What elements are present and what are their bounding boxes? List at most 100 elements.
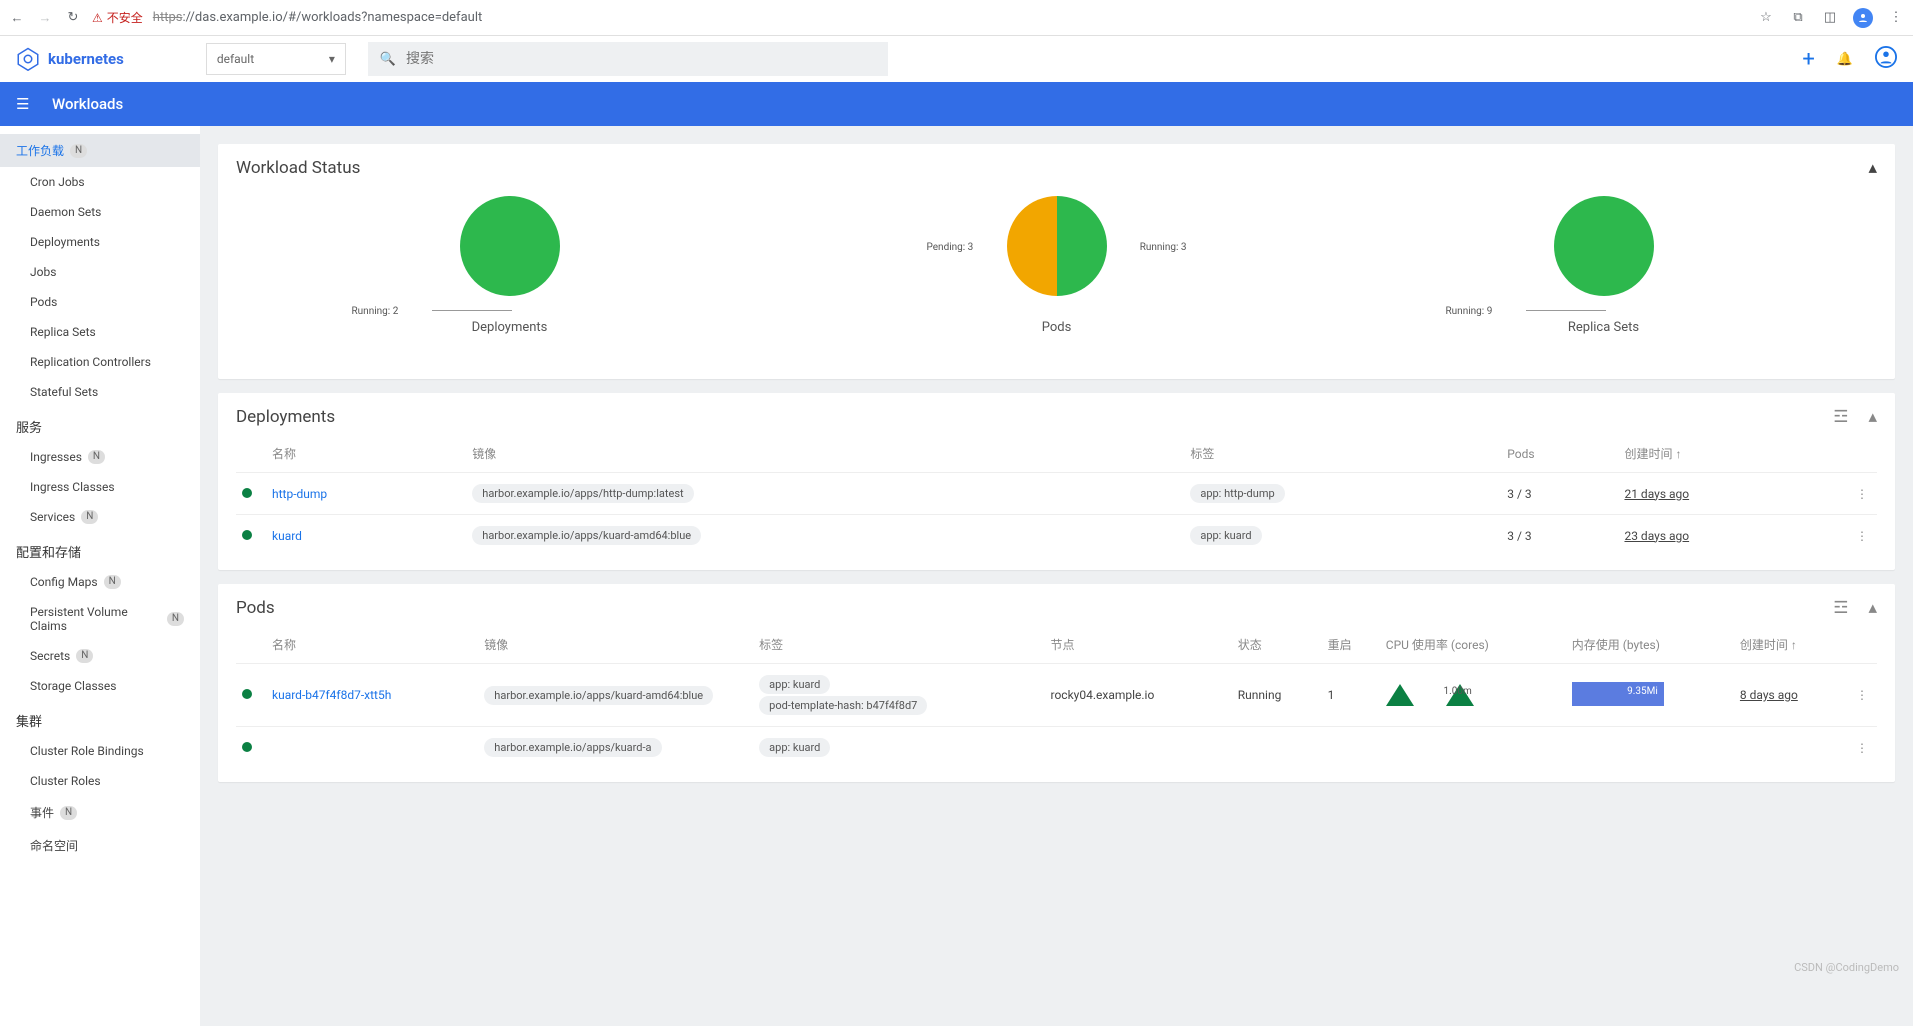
- sidebar-item-events[interactable]: 事件N: [0, 796, 200, 829]
- collapse-icon[interactable]: ▴: [1868, 598, 1877, 618]
- sidebar-cat-services: 服务: [0, 407, 200, 442]
- sidebar-item-statefulsets[interactable]: Stateful Sets: [0, 377, 200, 407]
- pods-count: 3 / 3: [1501, 515, 1618, 557]
- reload-icon[interactable]: ↻: [64, 9, 82, 27]
- sidebar-item-deployments[interactable]: Deployments: [0, 227, 200, 257]
- row-menu-icon[interactable]: ⋮: [1847, 515, 1877, 557]
- search-icon: 🔍: [380, 52, 396, 67]
- status-chart-deployments: Running: 2 Deployments: [460, 196, 560, 365]
- panel-icon[interactable]: ◫: [1821, 9, 1839, 27]
- age: 21 days ago: [1624, 487, 1689, 501]
- kubernetes-icon: [16, 47, 40, 71]
- cpu-spark: 1.00m: [1386, 682, 1478, 706]
- search-input[interactable]: [406, 51, 876, 67]
- sidebar-item-storageclasses[interactable]: Storage Classes: [0, 671, 200, 701]
- address-bar[interactable]: https://das.example.io/#/workloads?names…: [153, 10, 482, 25]
- page-title: Workloads: [52, 95, 123, 113]
- menu-icon[interactable]: ☰: [16, 95, 36, 113]
- image-chip: harbor.example.io/apps/kuard-a: [484, 738, 661, 757]
- card-pods: Pods ☲▴ 名称 镜像 标签 节点 状态 重启 CPU 使用率 (cores…: [218, 584, 1895, 782]
- user-icon[interactable]: [1875, 46, 1897, 72]
- mem-spark: 9.35Mi: [1572, 682, 1664, 706]
- search-box[interactable]: 🔍: [368, 42, 888, 76]
- status-dot: [242, 742, 252, 752]
- table-row[interactable]: kuard harbor.example.io/apps/kuard-amd64…: [236, 515, 1877, 557]
- app-header: kubernetes default ▾ 🔍 + 🔔: [0, 36, 1913, 82]
- row-menu-icon[interactable]: ⋮: [1847, 664, 1877, 727]
- sidebar-item-cronjobs[interactable]: Cron Jobs: [0, 167, 200, 197]
- image-chip: harbor.example.io/apps/http-dump:latest: [472, 484, 693, 503]
- label-chip: app: kuard: [759, 675, 830, 694]
- profile-avatar[interactable]: [1853, 8, 1873, 28]
- watermark: CSDN @CodingDemo: [1794, 961, 1899, 974]
- node: rocky04.example.io: [1045, 664, 1232, 727]
- table-row[interactable]: kuard-b47f4f8d7-xtt5h harbor.example.io/…: [236, 664, 1877, 727]
- browser-menu-icon[interactable]: ⋮: [1887, 9, 1905, 27]
- create-icon[interactable]: +: [1802, 47, 1814, 72]
- collapse-icon[interactable]: ▴: [1868, 158, 1877, 178]
- status-chart-replicasets: Running: 9 Replica Sets: [1554, 196, 1654, 365]
- sidebar-item-ingressclasses[interactable]: Ingress Classes: [0, 472, 200, 502]
- status-dot: [242, 689, 252, 699]
- chevron-down-icon: ▾: [329, 52, 335, 66]
- row-menu-icon[interactable]: ⋮: [1847, 727, 1877, 769]
- namespace-value: default: [217, 52, 254, 66]
- table-row[interactable]: http-dump harbor.example.io/apps/http-du…: [236, 473, 1877, 515]
- browser-toolbar: ← → ↻ ⚠ 不安全 https://das.example.io/#/wor…: [0, 0, 1913, 36]
- deployment-link[interactable]: http-dump: [272, 487, 327, 501]
- namespace-select[interactable]: default ▾: [206, 43, 346, 75]
- pods-count: 3 / 3: [1501, 473, 1618, 515]
- sidebar-item-pods[interactable]: Pods: [0, 287, 200, 317]
- sidebar-item-clusterroles[interactable]: Cluster Roles: [0, 766, 200, 796]
- label-chip: app: kuard: [1190, 526, 1261, 545]
- deployment-link[interactable]: kuard: [272, 529, 302, 543]
- forward-icon[interactable]: →: [36, 9, 54, 27]
- node: [1045, 727, 1232, 769]
- sidebar-item-secrets[interactable]: SecretsN: [0, 641, 200, 671]
- extensions-icon[interactable]: ⧉: [1789, 9, 1807, 27]
- status: [1232, 727, 1322, 769]
- insecure-badge[interactable]: ⚠ 不安全: [92, 9, 143, 26]
- card-title: Workload Status: [236, 158, 360, 178]
- sidebar-item-configmaps[interactable]: Config MapsN: [0, 567, 200, 597]
- sidebar-item-rc[interactable]: Replication Controllers: [0, 347, 200, 377]
- row-menu-icon[interactable]: ⋮: [1847, 473, 1877, 515]
- label-chip: app: kuard: [759, 738, 830, 757]
- sidebar-item-pvc[interactable]: Persistent Volume ClaimsN: [0, 597, 200, 641]
- restarts: [1322, 727, 1380, 769]
- age: 8 days ago: [1740, 688, 1798, 702]
- deployments-table: 名称 镜像 标签 Pods 创建时间 http-dump harbor.exam…: [236, 435, 1877, 556]
- card-title: Deployments: [236, 407, 335, 427]
- pod-link[interactable]: kuard-b47f4f8d7-xtt5h: [272, 688, 391, 702]
- main-content: Workload Status ▴ Running: 2 Deployments…: [200, 126, 1913, 1026]
- sidebar-item-namespaces[interactable]: 命名空间: [0, 829, 200, 862]
- back-icon[interactable]: ←: [8, 9, 26, 27]
- sidebar-item-daemonsets[interactable]: Daemon Sets: [0, 197, 200, 227]
- status-dot: [242, 488, 252, 498]
- restarts: 1: [1322, 664, 1380, 727]
- status-dot: [242, 530, 252, 540]
- bell-icon[interactable]: 🔔: [1837, 52, 1853, 67]
- card-deployments: Deployments ☲ ▴ 名称 镜像 标签 Pods 创建时间 http-d…: [218, 393, 1895, 570]
- sidebar: 工作负载N Cron Jobs Daemon Sets Deployments …: [0, 126, 200, 1026]
- status-chart-pods: Pending: 3 Running: 3 Pods: [1007, 196, 1107, 365]
- age: 23 days ago: [1624, 529, 1689, 543]
- filter-icon[interactable]: ☲: [1833, 598, 1848, 618]
- sidebar-item-replicasets[interactable]: Replica Sets: [0, 317, 200, 347]
- sidebar-item-ingresses[interactable]: IngressesN: [0, 442, 200, 472]
- sidebar-item-services[interactable]: ServicesN: [0, 502, 200, 532]
- label-chip: pod-template-hash: b47f4f8d7: [759, 696, 927, 715]
- table-row[interactable]: harbor.example.io/apps/kuard-a app: kuar…: [236, 727, 1877, 769]
- sidebar-cat-config: 配置和存储: [0, 532, 200, 567]
- filter-icon[interactable]: ☲: [1833, 407, 1848, 427]
- brand-logo[interactable]: kubernetes: [16, 47, 124, 71]
- sidebar-item-jobs[interactable]: Jobs: [0, 257, 200, 287]
- card-title: Pods: [236, 598, 275, 618]
- image-chip: harbor.example.io/apps/kuard-amd64:blue: [472, 526, 701, 545]
- sidebar-cat-cluster: 集群: [0, 701, 200, 736]
- sidebar-item-workloads[interactable]: 工作负载N: [0, 134, 200, 167]
- image-chip: harbor.example.io/apps/kuard-amd64:blue: [484, 686, 713, 705]
- star-icon[interactable]: ☆: [1757, 9, 1775, 27]
- collapse-icon[interactable]: ▴: [1868, 407, 1877, 427]
- sidebar-item-crb[interactable]: Cluster Role Bindings: [0, 736, 200, 766]
